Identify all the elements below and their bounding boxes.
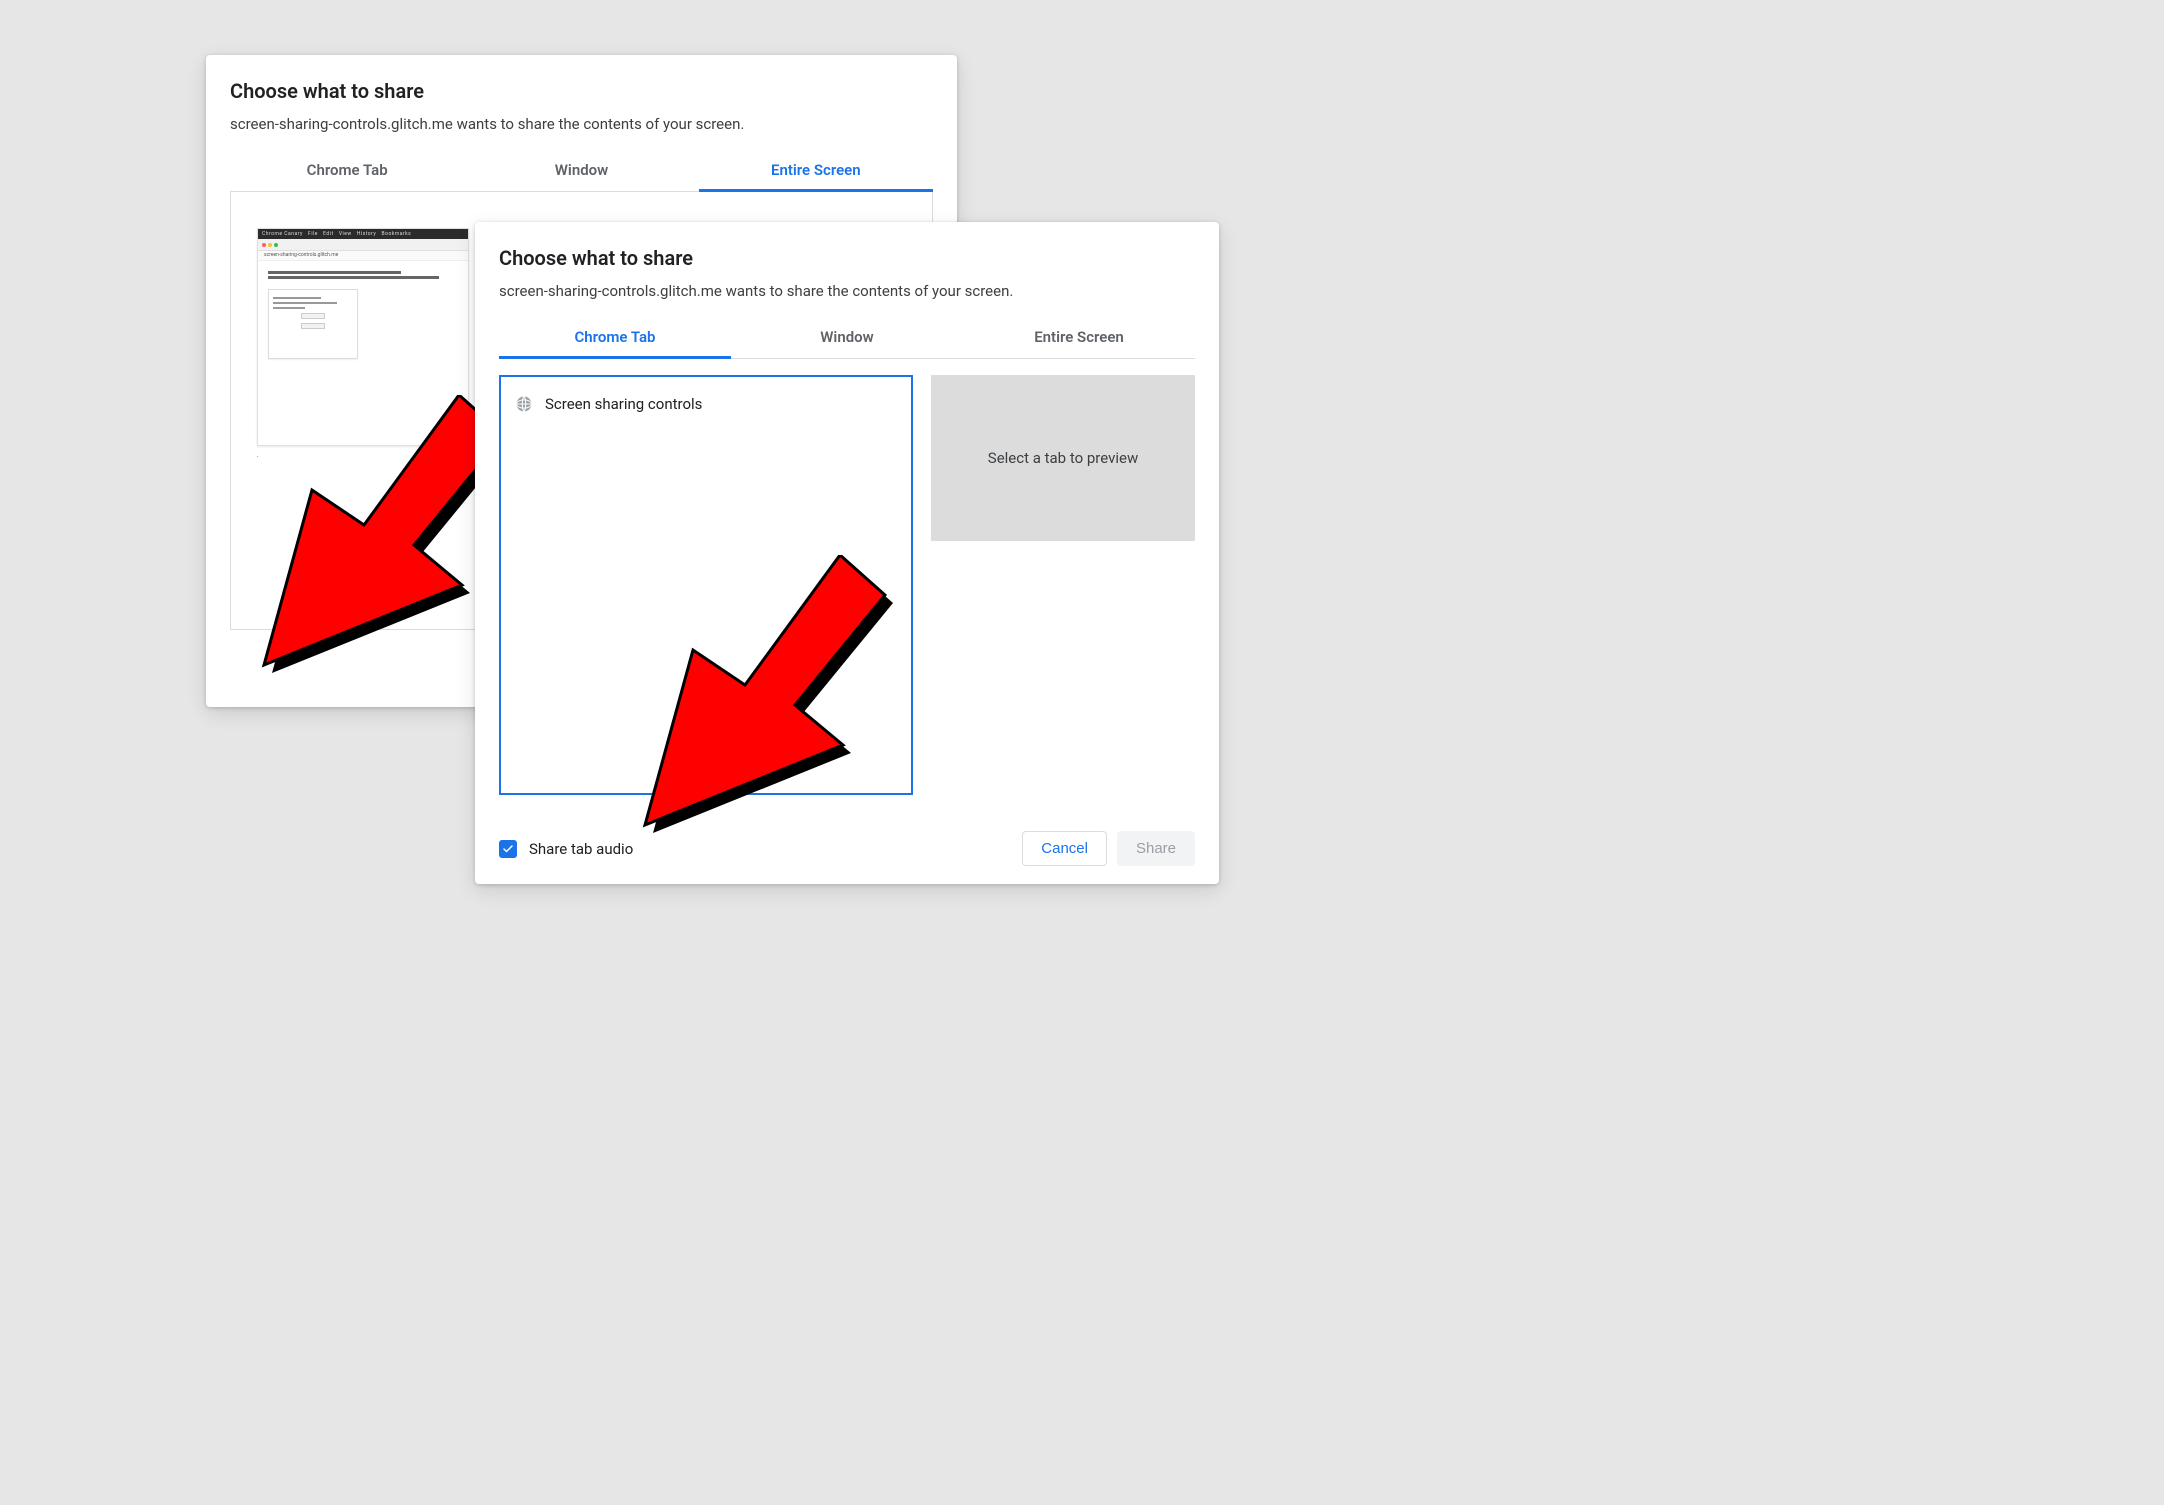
preview-placeholder: Select a tab to preview bbox=[931, 375, 1195, 541]
share-audio-label: Share tab audio bbox=[529, 840, 633, 858]
dialog-buttons: Cancel Share bbox=[1022, 831, 1195, 866]
tabs-row: Chrome Tab Window Entire Screen bbox=[230, 151, 933, 192]
tab-list[interactable]: Screen sharing controls bbox=[499, 375, 913, 795]
dialog-title: Choose what to share bbox=[499, 246, 1195, 270]
screen-thumbnail[interactable]: Chrome Canary File Edit View History Boo… bbox=[257, 228, 469, 446]
tab-window[interactable]: Window bbox=[731, 318, 963, 358]
tab-list-item-label: Screen sharing controls bbox=[545, 395, 702, 413]
tab-entire-screen[interactable]: Entire Screen bbox=[699, 151, 933, 191]
dialog-subtext: screen-sharing-controls.glitch.me wants … bbox=[499, 282, 1195, 300]
share-audio-checkbox[interactable] bbox=[499, 840, 517, 858]
share-dialog-chrome-tab: Choose what to share screen-sharing-cont… bbox=[475, 222, 1219, 884]
cancel-button[interactable]: Cancel bbox=[1022, 831, 1107, 866]
dialog-subtext: screen-sharing-controls.glitch.me wants … bbox=[230, 115, 933, 133]
dialog-footer: Share tab audio Cancel Share bbox=[499, 831, 1195, 866]
tab-chrome-tab[interactable]: Chrome Tab bbox=[230, 151, 464, 191]
dialog-title: Choose what to share bbox=[230, 79, 933, 103]
tab-entire-screen[interactable]: Entire Screen bbox=[963, 318, 1195, 358]
share-audio-row[interactable]: Share tab audio bbox=[499, 840, 633, 858]
tab-list-item[interactable]: Screen sharing controls bbox=[513, 391, 899, 417]
chrome-tab-content: Screen sharing controls Select a tab to … bbox=[499, 375, 1195, 795]
preview-placeholder-text: Select a tab to preview bbox=[988, 449, 1138, 467]
tab-chrome-tab[interactable]: Chrome Tab bbox=[499, 318, 731, 358]
tab-window[interactable]: Window bbox=[464, 151, 698, 191]
share-button: Share bbox=[1117, 831, 1195, 866]
globe-icon bbox=[515, 395, 533, 413]
tabs-row: Chrome Tab Window Entire Screen bbox=[499, 318, 1195, 359]
preview-column: Select a tab to preview bbox=[931, 375, 1195, 795]
